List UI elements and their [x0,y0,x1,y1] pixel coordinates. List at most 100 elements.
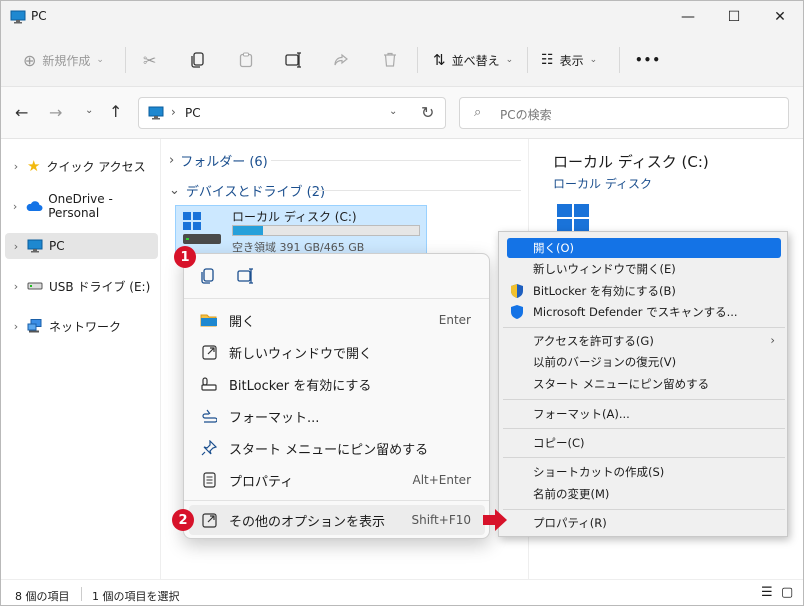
divider [503,327,785,328]
classic-item-create-shortcut[interactable]: ショートカットの作成(S) [507,462,781,482]
rename-button[interactable] [285,45,303,75]
details-view-icon[interactable]: ☰ [761,585,773,600]
delete-button[interactable] [383,45,397,75]
sort-label: 並べ替え [451,53,500,68]
chevron-right-icon[interactable]: › [5,200,25,213]
sort-button[interactable]: ⇅ 並べ替え ⌄ [433,45,513,75]
chevron-right-icon[interactable]: › [5,280,27,293]
classic-item-label: フォーマット(A)... [533,407,630,421]
minimize-button[interactable]: — [665,1,711,33]
chevron-down-icon: ⌄ [96,55,104,65]
group-header-folders[interactable]: › フォルダー (6) [169,151,268,170]
folder-open-icon [189,313,229,327]
divider [184,298,489,299]
menu-item-label: 開く [229,314,256,330]
menu-item-pin-start[interactable]: スタート メニューにピン留めする [189,433,485,463]
monitor-icon [148,106,164,120]
chevron-right-icon: › [169,153,175,168]
divider [184,500,489,501]
search-box[interactable]: ⌕ PCの検索 [459,97,789,129]
chevron-right-icon[interactable]: › [5,320,27,333]
divider [271,160,521,161]
pin-icon [189,440,229,456]
step-badge-2: 2 [172,509,194,531]
menu-item-label: 新しいウィンドウで開く [229,346,373,362]
breadcrumb-location[interactable]: PC [185,106,201,120]
classic-item-rename[interactable]: 名前の変更(M) [507,484,781,504]
classic-item-label: 開く(O) [533,241,575,255]
divider [619,47,620,73]
sidebar-item-pc[interactable]: › PC [5,233,158,259]
classic-item-properties[interactable]: プロパティ(R) [507,513,781,533]
view-button[interactable]: ☷ 表示 ⌄ [541,45,597,75]
address-history-chevron-icon[interactable]: ⌄ [389,106,397,117]
classic-item-label: アクセスを許可する(G) [533,334,654,348]
back-arrow-icon[interactable]: ← [15,103,28,122]
command-bar: ⊕ 新規作成 ⌄ ✂ ⇅ 並べ替え ⌄ ☷ 表示 ⌄ ••• [1,33,803,87]
properties-icon [189,472,229,488]
classic-item-defender-scan[interactable]: Microsoft Defender でスキャンする... [507,302,781,322]
maximize-button[interactable]: ☐ [711,1,757,33]
sidebar-item-onedrive[interactable]: › OneDrive - Personal [5,192,158,220]
view-label: 表示 [559,53,584,68]
sidebar-item-network[interactable]: › ネットワーク [5,313,158,339]
navigation-pane: › ★ クイック アクセス › OneDrive - Personal › PC… [1,139,161,579]
menu-item-format[interactable]: フォーマット... [189,401,485,431]
menu-item-label: フォーマット... [229,410,320,426]
refresh-icon[interactable]: ↻ [421,103,434,122]
drive-usage-fill [233,226,263,235]
sidebar-item-label: USB ドライブ (E:) [49,279,151,294]
share-button[interactable] [333,45,349,75]
forward-arrow-icon[interactable]: → [49,103,62,122]
divider [81,587,82,601]
more-button[interactable]: ••• [635,45,661,75]
menu-item-shortcut: Shift+F10 [411,513,471,527]
classic-item-copy[interactable]: コピー(C) [507,433,781,453]
address-bar[interactable]: › PC ⌄ ↻ [138,97,446,129]
classic-item-open-new-window[interactable]: 新しいウィンドウで開く(E) [507,259,781,279]
chevron-right-icon[interactable]: › [5,160,27,173]
classic-item-format[interactable]: フォーマット(A)... [507,404,781,424]
menu-item-label: プロパティ [229,474,294,490]
paste-button[interactable] [239,45,253,75]
clipboard-icon [239,52,253,68]
menu-item-open[interactable]: 開く Enter [189,305,485,335]
classic-item-label: 名前の変更(M) [533,487,610,501]
menu-item-open-new-window[interactable]: 新しいウィンドウで開く [189,337,485,367]
classic-item-restore-versions[interactable]: 以前のバージョンの復元(V) [507,352,781,372]
menu-item-label: その他のオプションを表示 [229,514,386,530]
chevron-right-icon[interactable]: › [5,240,27,253]
classic-item-label: Microsoft Defender でスキャンする... [533,305,738,319]
menu-item-label: BitLocker を有効にする [229,378,372,394]
classic-item-open[interactable]: 開く(O) [507,238,781,258]
classic-item-pin-start[interactable]: スタート メニューにピン留めする [507,374,781,394]
new-button[interactable]: ⊕ 新規作成 ⌄ [23,45,104,75]
menu-item-properties[interactable]: プロパティ Alt+Enter [189,465,485,495]
details-title: ローカル ディスク (C:) [553,153,709,171]
tiles-view-icon[interactable]: ▢ [781,585,793,600]
drive-tile-c[interactable]: ローカル ディスク (C:) 空き領域 391 GB/465 GB [175,205,427,255]
up-arrow-icon[interactable]: ↑ [109,102,122,121]
classic-item-label: コピー(C) [533,436,585,450]
classic-item-bitlocker[interactable]: BitLocker を有効にする(B) [507,281,781,301]
divider [527,47,528,73]
copy-icon[interactable] [201,268,215,284]
classic-item-give-access[interactable]: アクセスを許可する(G) › [507,331,781,351]
group-header-drives[interactable]: ⌄ デバイスとドライブ (2) [169,181,325,200]
menu-item-shortcut: Enter [438,313,471,327]
sidebar-item-quick-access[interactable]: › ★ クイック アクセス [5,153,158,179]
recent-chevron-icon[interactable]: ⌄ [85,105,93,116]
scissors-icon: ✂ [143,50,157,70]
menu-item-bitlocker[interactable]: BitLocker を有効にする [189,369,485,399]
shield-icon [510,283,524,299]
chevron-down-icon: ⌄ [589,55,598,65]
divider [503,457,785,458]
sidebar-item-usb[interactable]: › USB ドライブ (E:) [5,273,158,299]
windows-logo-icon [556,203,590,233]
search-icon: ⌕ [474,105,482,120]
copy-button[interactable] [191,45,205,75]
rename-icon[interactable] [237,268,255,284]
menu-item-show-more-options[interactable]: その他のオプションを表示 Shift+F10 [189,505,485,535]
cut-button[interactable]: ✂ [143,45,156,75]
close-button[interactable]: ✕ [757,1,803,33]
